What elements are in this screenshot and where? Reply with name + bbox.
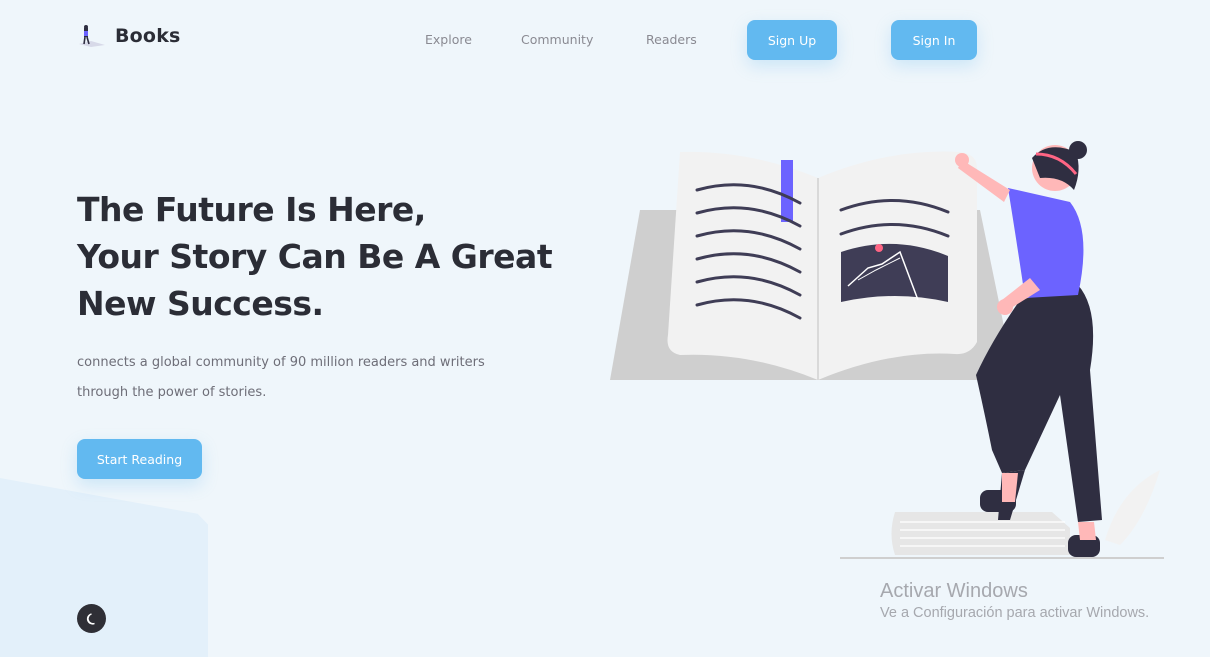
background-blob — [0, 478, 208, 657]
sign-in-button[interactable]: Sign In — [891, 20, 977, 60]
hero-title-line: Your Story Can Be A Great — [77, 237, 553, 276]
page-picture — [841, 243, 948, 302]
start-reading-button[interactable]: Start Reading — [77, 439, 202, 479]
hero-subtitle: connects a global community of 90 millio… — [77, 348, 517, 408]
moon-icon — [86, 612, 95, 625]
windows-activation-watermark: Activar Windows Ve a Configuración para … — [880, 580, 1149, 621]
watermark-title: Activar Windows — [880, 580, 1028, 602]
hero-illustration — [610, 141, 1164, 559]
hero-subtitle-line: connects a global community of 90 millio… — [77, 355, 485, 370]
hero-title-line: The Future Is Here, — [77, 190, 426, 229]
nav-link-explore[interactable]: Explore — [425, 32, 472, 47]
watermark-subtitle: Ve a Configuración para activar Windows. — [880, 605, 1150, 621]
sign-up-button[interactable]: Sign Up — [747, 20, 837, 60]
main-nav: Explore Community Readers — [0, 20, 1210, 60]
hero-title-line: New Success. — [77, 284, 324, 323]
nav-link-community[interactable]: Community — [521, 32, 593, 47]
theme-toggle-button[interactable] — [77, 604, 106, 633]
bookmark — [781, 160, 793, 222]
plant-leaf — [1105, 470, 1160, 545]
paper-stack — [891, 512, 1070, 555]
hero-subtitle-line: through the power of stories. — [77, 385, 267, 400]
hero-title: The Future Is Here, Your Story Can Be A … — [77, 186, 597, 327]
nav-link-readers[interactable]: Readers — [646, 32, 697, 47]
